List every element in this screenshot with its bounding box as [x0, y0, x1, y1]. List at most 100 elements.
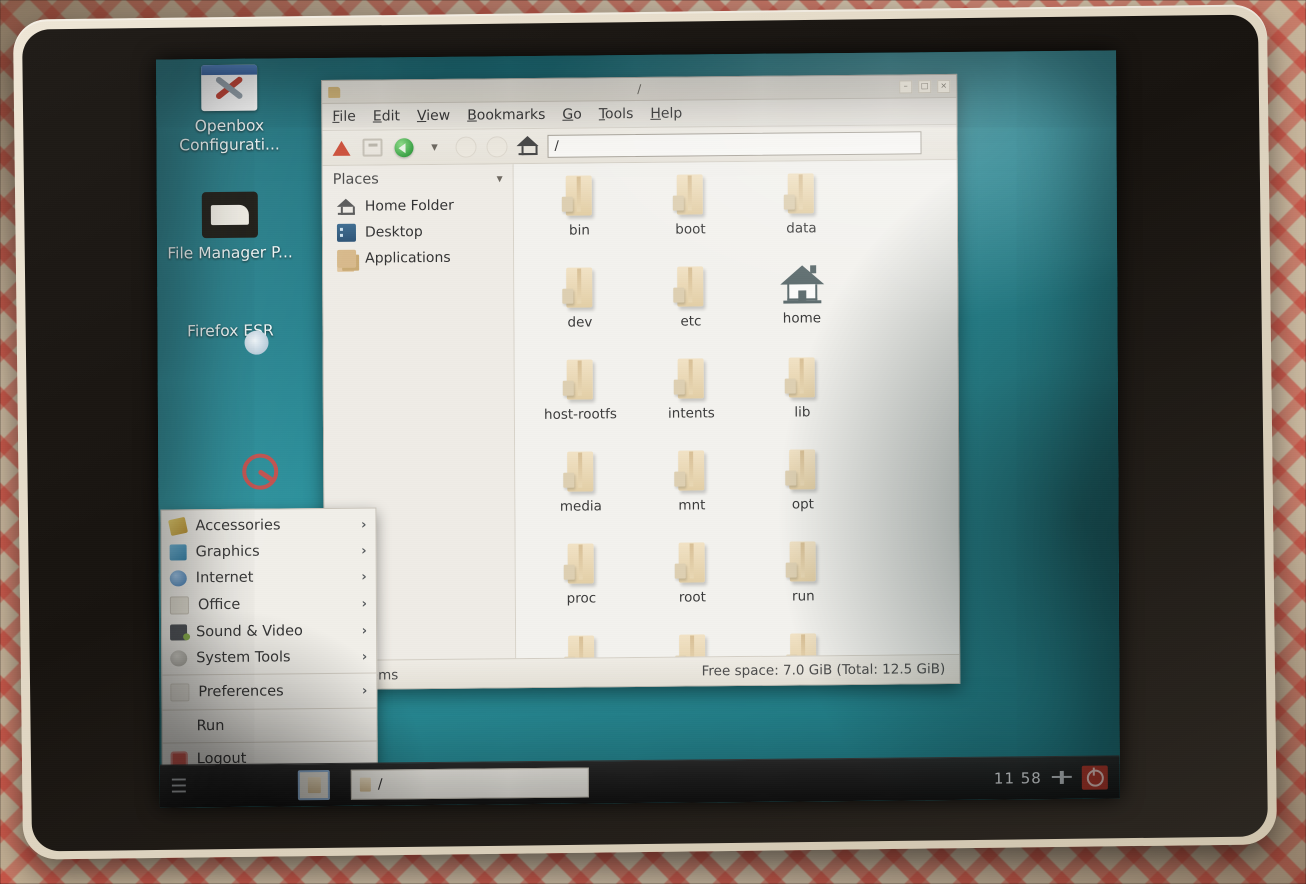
file-manager-icon[interactable] [298, 770, 330, 800]
folder-icon [671, 264, 711, 308]
file-item[interactable]: opt [747, 447, 858, 540]
file-item[interactable]: data [746, 171, 857, 264]
warning-icon[interactable] [330, 137, 352, 159]
file-list-view[interactable]: bin boot data devetc home host-rootfs intents l… [514, 160, 960, 658]
office-icon [170, 596, 189, 614]
home-icon[interactable] [516, 135, 538, 157]
graphics-icon [170, 544, 187, 560]
file-item[interactable]: srv [748, 631, 859, 658]
place-item-applications[interactable]: Applications [323, 244, 513, 272]
file-item[interactable]: sbin [526, 633, 637, 658]
menu-go[interactable]: Go [562, 107, 582, 123]
file-item-label: boot [675, 221, 705, 237]
file-item[interactable]: home [746, 263, 857, 356]
file-item[interactable]: lib [747, 355, 858, 448]
file-item[interactable]: run [748, 539, 859, 632]
menu-item-label: Accessories [195, 517, 280, 534]
root-menu[interactable]: Accessories › Graphics › Internet › Offi… [160, 508, 377, 777]
place-label: Applications [365, 250, 451, 267]
home-folder-icon [780, 263, 824, 305]
file-item[interactable]: proc [526, 541, 637, 634]
menu-item-graphics[interactable]: Graphics › [162, 538, 376, 566]
forward-icon[interactable] [454, 136, 476, 158]
file-item-label: data [786, 220, 817, 236]
home-icon [337, 198, 356, 216]
folder-icon [672, 448, 712, 492]
menu-help[interactable]: Help [650, 106, 682, 122]
menu-button[interactable]: ☰ [166, 773, 192, 799]
chevron-right-icon: › [362, 649, 367, 664]
maximize-button[interactable]: □ [918, 80, 931, 93]
power-icon[interactable] [1082, 766, 1108, 790]
menu-view[interactable]: View [417, 108, 450, 124]
desktop-icon-openbox-config[interactable]: Openbox Configurati... [164, 64, 294, 155]
folder-icon [560, 265, 600, 309]
minimize-button[interactable]: – [899, 80, 912, 93]
menu-edit[interactable]: Edit [373, 108, 400, 124]
new-tab-icon[interactable] [361, 136, 383, 158]
file-grid: bin boot data devetc home host-rootfs intents l… [524, 170, 955, 658]
file-item[interactable]: media [525, 449, 636, 542]
file-manager-window[interactable]: / – □ × File Edit View Bookmarks Go Tool… [321, 74, 960, 690]
desktop-icon [337, 224, 356, 242]
file-item[interactable]: host-rootfs [525, 357, 636, 450]
folder-icon [672, 540, 712, 584]
taskbar-window-button[interactable]: / [351, 767, 589, 799]
menu-item-run[interactable]: Run [162, 712, 376, 740]
place-item-desktop[interactable]: Desktop [323, 218, 513, 246]
file-item[interactable]: dev [524, 265, 635, 358]
menu-item-accessories[interactable]: Accessories › [161, 512, 375, 540]
desktop-icon-firefox[interactable]: Firefox ESR [165, 321, 295, 341]
file-item-label: lib [794, 404, 810, 420]
file-item-label: host-rootfs [544, 406, 617, 423]
reload-icon[interactable] [485, 135, 507, 157]
folder-icon [782, 355, 822, 399]
menu-item-system-tools[interactable]: System Tools › [162, 644, 376, 672]
file-item-label: proc [567, 590, 597, 606]
place-item-home-folder[interactable]: Home Folder [323, 192, 513, 220]
menu-item-label: Run [197, 718, 225, 734]
menu-item-label: Preferences [198, 683, 283, 700]
file-item[interactable]: intents [636, 356, 747, 449]
menu-file[interactable]: File [332, 109, 356, 125]
clock[interactable]: 11 58 [994, 769, 1042, 787]
desktop-icon-label: File Manager P... [165, 243, 295, 263]
places-header[interactable]: Places ▾ [323, 170, 513, 194]
chevron-down-icon[interactable]: ▾ [497, 171, 503, 185]
network-icon[interactable] [1052, 769, 1072, 787]
desktop-icon-label: Firefox ESR [165, 321, 295, 341]
search-icon[interactable] [930, 133, 948, 151]
folder-icon [560, 357, 600, 401]
menu-item-preferences[interactable]: Preferences › [162, 677, 376, 707]
file-item[interactable]: bin [524, 173, 635, 266]
taskbar[interactable]: ☰ / 11 58 [160, 755, 1120, 807]
menu-separator [162, 673, 376, 676]
menu-item-sound-video[interactable]: Sound & Video › [162, 618, 376, 646]
file-item[interactable]: sdcard [637, 632, 748, 658]
system-tray[interactable]: 11 58 [994, 765, 1114, 790]
back-icon[interactable] [392, 136, 414, 158]
menu-item-internet[interactable]: Internet › [162, 564, 376, 592]
menu-item-label: Office [198, 597, 240, 613]
file-item[interactable]: boot [635, 172, 746, 265]
file-item-label: mnt [678, 497, 705, 513]
place-label: Home Folder [365, 198, 454, 215]
file-item-label: home [783, 310, 821, 326]
menu-tools[interactable]: Tools [599, 106, 634, 122]
file-item-label: run [792, 588, 815, 604]
desktop-icon-file-manager[interactable]: File Manager P... [165, 191, 295, 263]
file-item[interactable]: etc [635, 264, 746, 357]
status-bar: 23 items Free space: 7.0 GiB (Total: 12.… [325, 654, 959, 689]
close-button[interactable]: × [937, 79, 950, 92]
folder-icon [360, 778, 371, 792]
file-item[interactable]: root [637, 540, 748, 633]
menu-separator [162, 708, 376, 711]
path-input[interactable]: / [547, 131, 921, 158]
menu-bookmarks[interactable]: Bookmarks [467, 107, 545, 124]
sound-video-icon [170, 624, 187, 640]
chevron-right-icon: › [362, 623, 367, 638]
menu-item-office[interactable]: Office › [162, 590, 376, 620]
file-item[interactable]: mnt [636, 448, 747, 541]
folder-icon [561, 449, 601, 493]
history-dropdown-icon[interactable]: ▾ [423, 136, 445, 158]
